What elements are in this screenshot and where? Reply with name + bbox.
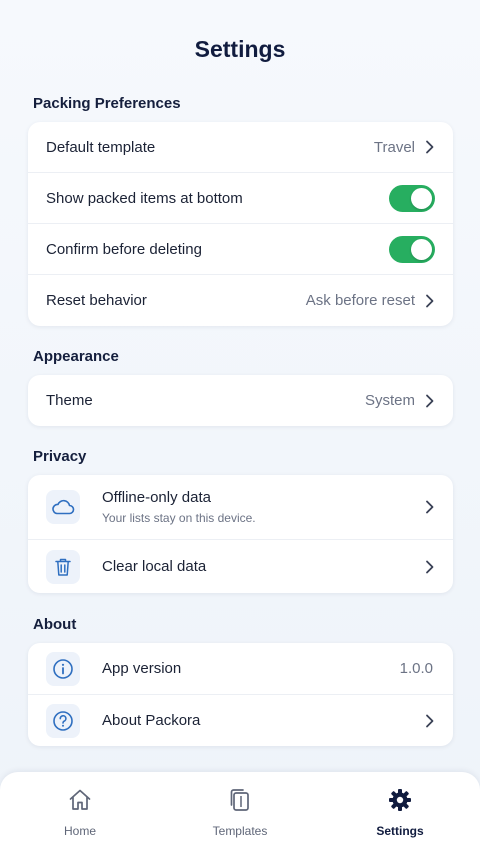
offline-data-text: Offline-only data Your lists stay on thi… xyxy=(102,489,425,525)
about-card: App version 1.0.0 About Packora xyxy=(28,643,453,746)
tab-settings[interactable]: Settings xyxy=(320,772,480,853)
about-packora-label: About Packora xyxy=(102,712,201,729)
privacy-card: Offline-only data Your lists stay on thi… xyxy=(28,475,453,593)
appearance-card: Theme System xyxy=(28,375,453,426)
chevron-right-icon xyxy=(425,560,435,574)
offline-data-label: Offline-only data xyxy=(102,489,211,506)
default-template-label: Default template xyxy=(46,138,156,156)
confirm-delete-toggle[interactable] xyxy=(389,235,435,263)
chevron-right-icon xyxy=(425,714,435,728)
toggle-knob xyxy=(411,238,432,260)
offline-data-subtitle: Your lists stay on this device. xyxy=(102,511,256,525)
clear-local-data-label: Clear local data xyxy=(102,558,207,575)
bottom-tab-bar: Home Templates Settings xyxy=(0,772,480,853)
theme-row[interactable]: Theme System xyxy=(28,375,453,426)
chevron-right-icon xyxy=(425,500,435,514)
tab-home[interactable]: Home xyxy=(0,772,160,853)
gear-icon xyxy=(387,787,413,818)
toggle-knob xyxy=(411,187,432,209)
info-icon xyxy=(46,651,80,686)
confirm-delete-label: Confirm before deleting xyxy=(46,240,202,258)
chevron-right-icon xyxy=(425,394,435,408)
section-title-about: About xyxy=(33,616,77,633)
app-version-value: 1.0.0 xyxy=(399,660,433,677)
section-title-privacy: Privacy xyxy=(33,448,87,465)
show-packed-bottom-label: Show packed items at bottom xyxy=(46,189,243,207)
reset-behavior-label: Reset behavior xyxy=(46,292,147,309)
tab-settings-label: Settings xyxy=(376,824,424,838)
tab-templates[interactable]: Templates xyxy=(160,772,320,853)
confirm-delete-row: Confirm before deleting xyxy=(28,224,453,275)
chevron-right-icon xyxy=(425,294,435,308)
about-packora-row[interactable]: About Packora xyxy=(28,695,453,746)
tab-home-label: Home xyxy=(63,824,96,838)
show-packed-bottom-row: Show packed items at bottom xyxy=(28,173,453,224)
section-title-appearance: Appearance xyxy=(33,348,119,365)
theme-value: System xyxy=(364,392,415,409)
page-title: Settings xyxy=(194,36,286,62)
chevron-right-icon xyxy=(425,140,435,154)
app-version-label: App version xyxy=(102,660,182,677)
default-template-value: Travel xyxy=(373,138,415,156)
offline-data-row[interactable]: Offline-only data Your lists stay on thi… xyxy=(28,475,453,540)
reset-behavior-value: Ask before reset xyxy=(305,292,415,309)
section-title-packing: Packing Preferences xyxy=(33,95,181,112)
templates-icon xyxy=(227,787,253,818)
app-version-row: App version 1.0.0 xyxy=(28,643,453,695)
tab-templates-label: Templates xyxy=(212,824,268,838)
help-icon xyxy=(46,703,80,738)
trash-icon xyxy=(46,549,80,584)
theme-label: Theme xyxy=(46,392,93,409)
clear-local-data-row[interactable]: Clear local data xyxy=(28,540,453,593)
show-packed-bottom-toggle[interactable] xyxy=(389,184,435,212)
reset-behavior-row[interactable]: Reset behavior Ask before reset xyxy=(28,275,453,326)
packing-preferences-card: Default template Travel Show packed item… xyxy=(28,122,453,326)
cloud-icon xyxy=(46,490,80,524)
default-template-row[interactable]: Default template Travel xyxy=(28,122,453,173)
home-icon xyxy=(67,787,93,818)
